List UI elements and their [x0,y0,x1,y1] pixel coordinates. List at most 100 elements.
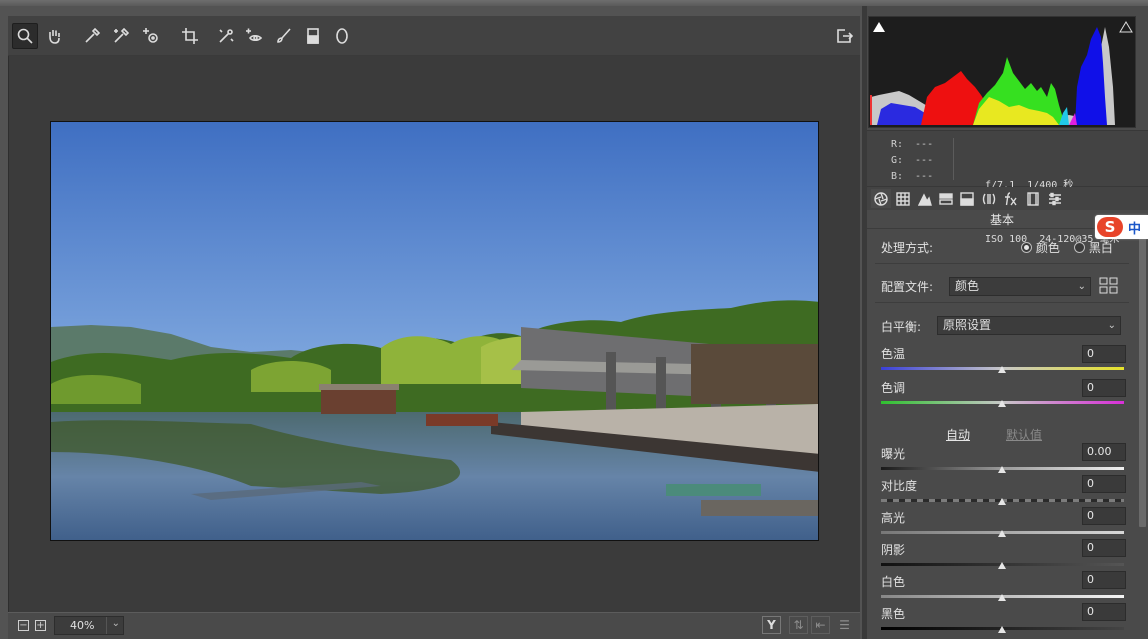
zoom-out-button[interactable]: − [18,620,29,631]
tab-hsl[interactable] [936,189,956,208]
profile-value: 颜色 [955,279,980,293]
blacks-slider-handle[interactable] [998,626,1006,633]
tab-tone-curve[interactable] [893,189,913,208]
shadows-slider-handle[interactable] [998,562,1006,569]
contrast-input[interactable]: 0 [1082,475,1126,493]
tint-control: 色调 0 [881,379,1126,409]
status-bar: − + 40% ⌄ Y ⇅ ⇤ ☰ [8,612,860,639]
profile-label: 配置文件: [881,280,934,294]
shadows-label: 阴影 [881,543,906,557]
white-balance-select[interactable]: 原照设置 ⌄ [937,316,1121,335]
profile-browser-icon[interactable] [1099,277,1119,295]
g-label: G: [891,155,904,166]
profile-select[interactable]: 颜色 ⌄ [949,277,1091,296]
bw-radio[interactable] [1074,242,1085,253]
zoom-divider [106,617,107,634]
crop-tool-icon[interactable] [177,23,203,49]
contrast-slider-handle[interactable] [998,498,1006,505]
histogram-graph [870,27,1115,125]
highlights-slider-handle[interactable] [998,530,1006,537]
zoom-level-value: 40% [70,619,95,632]
white-balance-tool-icon[interactable] [79,23,105,49]
profile-row: 配置文件: 颜色 ⌄ [881,277,1126,296]
toggle-settings-icon[interactable]: ☰ [835,616,854,634]
treatment-row: 处理方式: 颜色 黑白 [881,239,1126,255]
adjustment-brush-tool-icon[interactable] [271,23,297,49]
contrast-control: 对比度 0 [881,475,1126,505]
tab-basic[interactable] [871,189,891,208]
scrollbar-thumb[interactable] [1139,229,1146,527]
red-eye-tool-icon[interactable] [241,23,267,49]
temperature-label: 色温 [881,347,906,361]
ime-status-badge[interactable]: S 中 [1095,215,1148,239]
tint-label: 色调 [881,381,906,395]
blacks-input[interactable]: 0 [1082,603,1126,621]
auto-default-row: 自动 默认值 [881,426,1126,442]
tab-camera-calibration[interactable] [1023,189,1043,208]
rgb-readout: R: --- G: --- B: --- [891,137,933,185]
image-canvas[interactable] [8,56,860,612]
color-sampler-tool-icon[interactable] [108,23,134,49]
temperature-input[interactable]: 0 [1082,345,1126,363]
treatment-label: 处理方式: [881,241,934,255]
readout-divider [953,138,954,180]
exposure-slider-handle[interactable] [998,466,1006,473]
whites-input[interactable]: 0 [1082,571,1126,589]
zoom-level-select[interactable]: 40% ⌄ [54,616,124,635]
open-preferences-icon[interactable] [831,23,857,49]
highlight-clipping-warning-icon[interactable] [1119,20,1133,34]
radial-filter-tool-icon[interactable] [329,23,355,49]
auto-link[interactable]: 自动 [946,426,970,443]
contrast-label: 对比度 [881,479,918,493]
temperature-slider-handle[interactable] [998,366,1006,373]
color-radio[interactable] [1021,242,1032,253]
panel-tabs [867,187,1148,210]
treatment-bw-option[interactable]: 黑白 [1074,239,1113,256]
tab-effects[interactable] [1001,189,1021,208]
tab-detail[interactable] [915,189,935,208]
default-link[interactable]: 默认值 [1006,426,1042,443]
tab-presets[interactable] [1045,189,1065,208]
split-toning-icon [960,191,974,206]
treatment-color-option[interactable]: 颜色 [1021,239,1060,256]
mountain-icon [918,192,932,206]
exposure-input[interactable]: 0.00 [1082,443,1126,461]
tab-split-toning[interactable] [957,189,977,208]
tint-slider-handle[interactable] [998,400,1006,407]
lens-icon [982,193,996,204]
tool-bar [8,16,860,56]
graduated-filter-tool-icon[interactable] [300,23,326,49]
zoom-tool-icon[interactable] [12,23,38,49]
hand-tool-icon[interactable] [41,23,67,49]
swap-before-after-icon[interactable]: ⇅ [789,616,808,634]
divider [875,302,1129,303]
chevron-down-icon: ⌄ [1077,281,1086,292]
copy-settings-icon[interactable]: ⇤ [811,616,830,634]
ime-logo-icon: S [1097,217,1123,237]
film-icon [1027,191,1039,206]
whites-label: 白色 [881,575,906,589]
photo-image [51,122,818,540]
photo-preview[interactable] [50,121,819,541]
spot-removal-tool-icon[interactable] [213,23,239,49]
shadows-input[interactable]: 0 [1082,539,1126,557]
aperture-icon [874,191,888,206]
b-value: --- [915,171,934,182]
highlights-input[interactable]: 0 [1082,507,1126,525]
highlights-control: 高光 0 [881,507,1126,537]
white-balance-row: 白平衡: 原照设置 ⌄ [881,316,1126,335]
panel-scrollbar[interactable] [1137,211,1148,639]
histogram [868,16,1136,128]
shadow-clipping-warning-icon[interactable] [872,20,886,34]
tab-lens-corrections[interactable] [979,189,999,208]
blacks-control: 黑色 0 [881,603,1126,633]
exposure-control: 曝光 0.00 [881,443,1126,473]
whites-control: 白色 0 [881,571,1126,601]
whites-slider-handle[interactable] [998,594,1006,601]
basic-panel: 处理方式: 颜色 黑白 配置文件: 颜色 ⌄ 白平衡: 原照设置 ⌄ 色温 0 … [867,229,1137,639]
exposure-label: 曝光 [881,447,906,461]
targeted-adjustment-tool-icon[interactable] [138,23,164,49]
before-after-view-button[interactable]: Y [762,616,781,634]
zoom-in-button[interactable]: + [35,620,46,631]
tint-input[interactable]: 0 [1082,379,1126,397]
